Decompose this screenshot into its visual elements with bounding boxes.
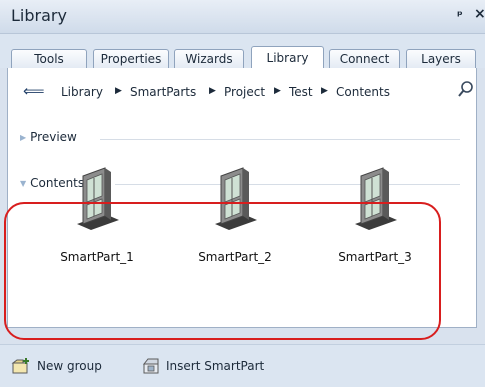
preview-label: Preview bbox=[30, 130, 77, 144]
breadcrumb-contents[interactable]: Contents bbox=[336, 85, 390, 99]
smartpart-label: SmartPart_3 bbox=[338, 250, 412, 264]
collapse-triangle-icon: ▼ bbox=[20, 179, 27, 188]
expand-triangle-icon: ▶ bbox=[20, 133, 27, 142]
tab-tools[interactable]: Tools bbox=[11, 49, 87, 68]
breadcrumb-smartparts[interactable]: SmartParts bbox=[130, 85, 196, 99]
smartpart-item[interactable]: SmartPart_2 bbox=[180, 162, 290, 280]
smartpart-item[interactable]: SmartPart_1 bbox=[42, 162, 152, 280]
smartpart-item[interactable]: SmartPart_3 bbox=[320, 162, 430, 280]
tab-bar: Tools Properties Wizards Library Connect… bbox=[0, 34, 485, 69]
breadcrumb-separator-icon: ▶ bbox=[209, 86, 216, 96]
preview-divider bbox=[100, 139, 460, 140]
tab-library[interactable]: Library bbox=[251, 46, 324, 69]
window-smartpart-icon bbox=[215, 167, 257, 230]
close-icon[interactable]: × bbox=[474, 6, 485, 22]
bottom-toolbar: New group Insert SmartPart bbox=[0, 344, 485, 387]
tab-connect[interactable]: Connect bbox=[329, 49, 400, 68]
smartpart-label: SmartPart_2 bbox=[198, 250, 272, 264]
new-group-icon[interactable] bbox=[11, 357, 31, 375]
breadcrumb-test[interactable]: Test bbox=[289, 85, 313, 99]
back-arrow-icon[interactable]: ⟸ bbox=[23, 82, 45, 100]
preview-section-header[interactable]: ▶ Preview bbox=[20, 130, 77, 144]
breadcrumb: ⟸ Library ▶ SmartParts ▶ Project ▶ Test … bbox=[8, 68, 476, 114]
tab-properties[interactable]: Properties bbox=[93, 49, 169, 68]
window-smartpart-icon bbox=[77, 167, 119, 230]
library-panel: Library ᵖ × Tools Properties Wizards Lib… bbox=[0, 0, 485, 387]
new-group-button[interactable]: New group bbox=[37, 359, 102, 373]
pin-icon[interactable]: ᵖ bbox=[457, 8, 463, 22]
insert-smartpart-button[interactable]: Insert SmartPart bbox=[166, 359, 264, 373]
breadcrumb-separator-icon: ▶ bbox=[115, 86, 122, 96]
window-smartpart-icon bbox=[355, 167, 397, 230]
panel-title: Library bbox=[11, 6, 67, 25]
breadcrumb-separator-icon: ▶ bbox=[274, 86, 281, 96]
breadcrumb-library[interactable]: Library bbox=[61, 85, 103, 99]
breadcrumb-project[interactable]: Project bbox=[224, 85, 265, 99]
insert-smartpart-icon[interactable] bbox=[141, 357, 161, 375]
tab-layers[interactable]: Layers bbox=[406, 49, 476, 68]
tab-wizards[interactable]: Wizards bbox=[174, 49, 244, 68]
magnifier-icon[interactable] bbox=[457, 80, 475, 100]
title-bar[interactable]: Library ᵖ × bbox=[0, 0, 485, 34]
breadcrumb-separator-icon: ▶ bbox=[321, 86, 328, 96]
smartpart-label: SmartPart_1 bbox=[60, 250, 134, 264]
